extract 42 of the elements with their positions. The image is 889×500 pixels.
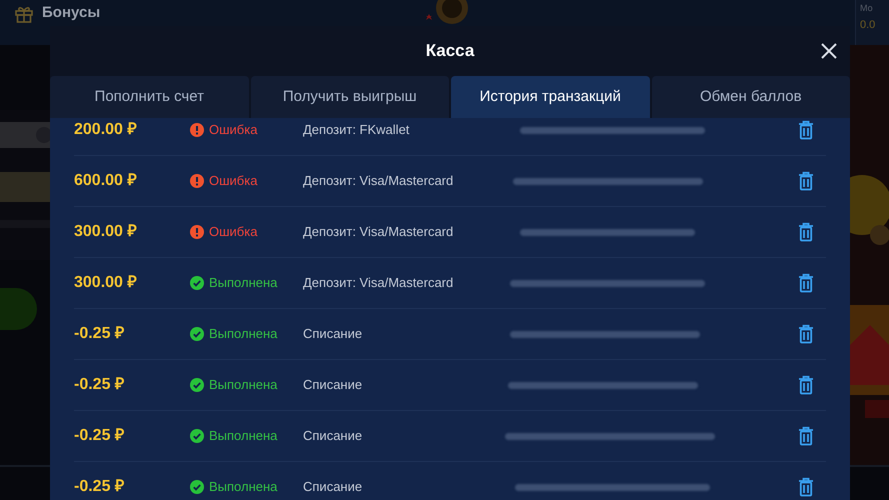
amount: 300.00 ₽ [74,273,138,293]
status-label: Выполнена [209,478,278,496]
gift-icon[interactable] [14,4,34,24]
tab[interactable]: История транзакций [451,76,650,118]
delete-icon[interactable] [798,477,814,497]
description: Списание [303,427,364,446]
tab[interactable]: Пополнить счет [50,76,248,118]
description: Депозит: Visa/Mastercard [303,223,454,242]
amount: -0.25 ₽ [74,477,125,497]
balance-value: 0.0 [860,18,876,32]
description: Депозит: Visa/Mastercard [303,274,454,292]
delete-icon[interactable] [798,273,814,293]
delete-icon[interactable] [798,426,814,446]
amount: -0.25 ₽ [74,324,125,344]
description: Депозит: FKwallet [303,121,410,140]
status-label: Ошибка [209,121,258,140]
tab[interactable]: Обмен баллов [652,76,850,118]
bonus-link[interactable]: Бонусы [42,4,100,22]
amount: 600.00 ₽ [74,171,138,191]
close-icon[interactable] [820,42,838,60]
description: Списание [303,478,364,496]
status-label: Ошибка [209,223,258,242]
status-label: Выполнена [209,274,278,292]
balance-label: Мо [860,2,874,14]
delete-icon[interactable] [798,120,814,140]
delete-icon[interactable] [798,171,814,191]
status-label: Выполнена [209,376,278,394]
tab[interactable]: Получить выигрыш [250,76,449,118]
description: Списание [303,325,364,344]
delete-icon[interactable] [798,375,814,395]
status-label: Ошибка [209,172,258,190]
modal-title: Касса [426,40,474,62]
description: Списание [303,376,364,394]
status-label: Выполнена [209,325,278,344]
status-label: Выполнена [209,427,278,446]
description: Депозит: Visa/Mastercard [303,172,454,190]
amount: 300.00 ₽ [74,222,138,242]
delete-icon[interactable] [798,222,814,242]
delete-icon[interactable] [798,324,814,344]
amount: 200.00 ₽ [74,120,138,140]
amount: -0.25 ₽ [74,426,125,446]
amount: -0.25 ₽ [74,375,125,395]
